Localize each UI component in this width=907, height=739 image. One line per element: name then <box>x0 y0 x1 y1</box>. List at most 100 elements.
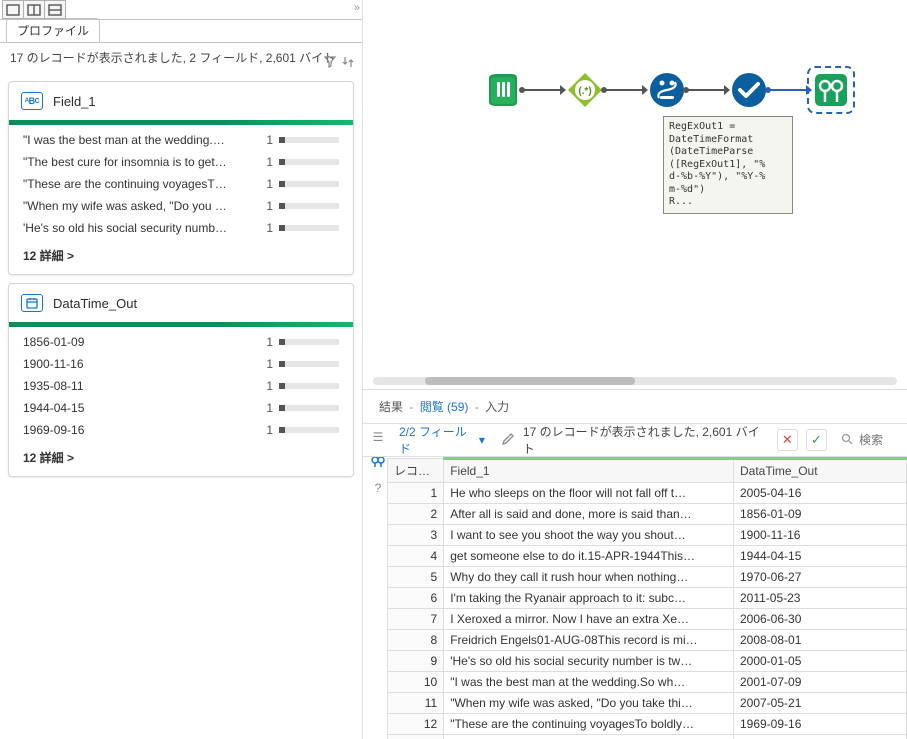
table-row[interactable]: 9'He's so old his social security number… <box>388 651 907 672</box>
sort-icon[interactable] <box>342 55 354 73</box>
search-box[interactable] <box>835 432 899 448</box>
cell-field1[interactable]: I'm taking the Ryanair approach to it: s… <box>444 588 734 609</box>
cell-datetime[interactable]: 2007-05-21 <box>733 693 906 714</box>
field-value-row[interactable]: "When my wife was asked, "Do you …1 <box>9 195 353 217</box>
browse-tool[interactable] <box>811 70 851 110</box>
field-value-row[interactable]: 1900-11-161 <box>9 353 353 375</box>
cell-datetime[interactable]: 2006-06-30 <box>733 609 906 630</box>
search-input[interactable] <box>857 432 893 448</box>
regex-tool[interactable]: (.*) <box>565 70 605 110</box>
field-value-row[interactable]: "I was the best man at the wedding.…1 <box>9 129 353 151</box>
cell-field1[interactable]: "The best cure for insomnia is to get a … <box>444 735 734 739</box>
table-row[interactable]: 11"When my wife was asked, "Do you take … <box>388 693 907 714</box>
cell-datetime[interactable]: 2008-08-01 <box>733 630 906 651</box>
cell-datetime[interactable]: 2000-09-04 <box>733 735 906 739</box>
col-header-datetime[interactable]: DataTime_Out <box>733 459 906 483</box>
formula-tool[interactable] <box>647 70 687 110</box>
view-single-icon[interactable] <box>2 0 24 19</box>
view-stack-icon[interactable] <box>44 0 66 19</box>
table-row[interactable]: 5Why do they call it rush hour when noth… <box>388 567 907 588</box>
value-count: 1 <box>257 133 279 147</box>
cell-field1[interactable]: I Xeroxed a mirror. Now I have an extra … <box>444 609 734 630</box>
cell-field1[interactable]: Why do they call it rush hour when nothi… <box>444 567 734 588</box>
value-count: 1 <box>257 335 279 349</box>
table-row[interactable]: 10"I was the best man at the wedding.So … <box>388 672 907 693</box>
cell-datetime[interactable]: 1856-01-09 <box>733 504 906 525</box>
input-label: 入力 <box>485 400 509 414</box>
field-value-row[interactable]: 1969-09-161 <box>9 419 353 441</box>
cell-field1[interactable]: After all is said and done, more is said… <box>444 504 734 525</box>
table-row[interactable]: 6I'm taking the Ryanair approach to it: … <box>388 588 907 609</box>
table-row[interactable]: 1He who sleeps on the floor will not fal… <box>388 483 907 504</box>
table-row[interactable]: 3I want to see you shoot the way you sho… <box>388 525 907 546</box>
select-tool[interactable] <box>729 70 769 110</box>
cell-datetime[interactable]: 2005-04-16 <box>733 483 906 504</box>
cell-field1[interactable]: "When my wife was asked, "Do you take th… <box>444 693 734 714</box>
filter-icon[interactable] <box>324 55 336 73</box>
row-index: 11 <box>388 693 444 714</box>
cell-field1[interactable]: "I was the best man at the wedding.So wh… <box>444 672 734 693</box>
table-row[interactable]: 13"The best cure for insomnia is to get … <box>388 735 907 739</box>
col-header-field1[interactable]: Field_1 <box>444 459 734 483</box>
results-breadcrumb: 結果 - 閲覧 (59) - 入力 <box>363 390 907 423</box>
table-row[interactable]: 12"These are the continuing voyagesTo bo… <box>388 714 907 735</box>
close-button[interactable]: ✕ <box>777 429 798 451</box>
field-value-row[interactable]: "These are the continuing voyagesT…1 <box>9 173 353 195</box>
field-value-row[interactable]: "The best cure for insomnia is to get…1 <box>9 151 353 173</box>
value-bar <box>279 137 339 143</box>
edit-icon[interactable] <box>501 432 515 449</box>
value-bar <box>279 383 339 389</box>
field-value-row[interactable]: 1944-04-151 <box>9 397 353 419</box>
fields-dropdown[interactable]: 2/2 フィールド ▾ <box>393 421 491 459</box>
cell-datetime[interactable]: 1969-09-16 <box>733 714 906 735</box>
table-row[interactable]: 7I Xeroxed a mirror. Now I have an extra… <box>388 609 907 630</box>
cell-field1[interactable]: 'He's so old his social security number … <box>444 651 734 672</box>
cell-field1[interactable]: I want to see you shoot the way you shou… <box>444 525 734 546</box>
formula-annotation[interactable]: RegExOut1 = DateTimeFormat (DateTimePars… <box>663 116 793 214</box>
field-value-row[interactable]: 'He's so old his social security numb…1 <box>9 217 353 239</box>
view-split-icon[interactable] <box>23 0 45 19</box>
value-text: 1856-01-09 <box>23 335 257 349</box>
table-row[interactable]: 4get someone else to do it.15-APR-1944Th… <box>388 546 907 567</box>
table-row[interactable]: 2After all is said and done, more is sai… <box>388 504 907 525</box>
cell-field1[interactable]: He who sleeps on the floor will not fall… <box>444 483 734 504</box>
field-value-row[interactable]: 1935-08-111 <box>9 375 353 397</box>
field-name: Field_1 <box>53 94 96 109</box>
field-more-link[interactable]: 12 詳細 > <box>9 443 353 476</box>
cell-field1[interactable]: get someone else to do it.15-APR-1944Thi… <box>444 546 734 567</box>
field-more-link[interactable]: 12 詳細 > <box>9 241 353 274</box>
value-text: 1900-11-16 <box>23 357 257 371</box>
col-header-record[interactable]: レコード <box>388 459 444 483</box>
cell-datetime[interactable]: 2000-01-05 <box>733 651 906 672</box>
chevron-down-icon: ▾ <box>479 433 485 447</box>
value-text: "The best cure for insomnia is to get… <box>23 155 257 169</box>
cell-datetime[interactable]: 1944-04-15 <box>733 546 906 567</box>
value-bar <box>279 427 339 433</box>
results-toolbar: 2/2 フィールド ▾ 17 のレコードが表示されました, 2,601 バイト … <box>363 423 907 457</box>
row-index: 1 <box>388 483 444 504</box>
field-header[interactable]: ABC Field_1 <box>9 82 353 120</box>
apply-button[interactable]: ✓ <box>806 429 827 451</box>
field-card-datetime: DataTime_Out 1856-01-0911900-11-1611935-… <box>8 283 354 477</box>
cell-datetime[interactable]: 1970-06-27 <box>733 567 906 588</box>
input-tool[interactable] <box>483 70 523 110</box>
field-header[interactable]: DataTime_Out <box>9 284 353 322</box>
canvas-scrollbar[interactable] <box>373 377 897 385</box>
workflow-canvas[interactable]: (.*) RegExOut1 = DateTimeFormat (DateTim… <box>363 0 907 390</box>
collapse-panel-button[interactable]: » <box>354 2 360 14</box>
results-grid-wrap[interactable]: レコード Field_1 DataTime_Out 1He who sleeps… <box>387 457 907 739</box>
cell-datetime[interactable]: 1900-11-16 <box>733 525 906 546</box>
cell-datetime[interactable]: 2011-05-23 <box>733 588 906 609</box>
cell-field1[interactable]: "These are the continuing voyagesTo bold… <box>444 714 734 735</box>
date-type-icon <box>21 294 43 312</box>
row-index: 10 <box>388 672 444 693</box>
table-row[interactable]: 8Freidrich Engels01-AUG-08This record is… <box>388 630 907 651</box>
row-index: 4 <box>388 546 444 567</box>
browse-link[interactable]: 閲覧 (59) <box>420 400 469 414</box>
profile-tab[interactable]: プロファイル <box>6 18 100 42</box>
field-value-row[interactable]: 1856-01-091 <box>9 331 353 353</box>
value-text: "When my wife was asked, "Do you … <box>23 199 257 213</box>
cell-field1[interactable]: Freidrich Engels01-AUG-08This record is … <box>444 630 734 651</box>
help-icon[interactable]: ? <box>375 481 382 495</box>
cell-datetime[interactable]: 2001-07-09 <box>733 672 906 693</box>
